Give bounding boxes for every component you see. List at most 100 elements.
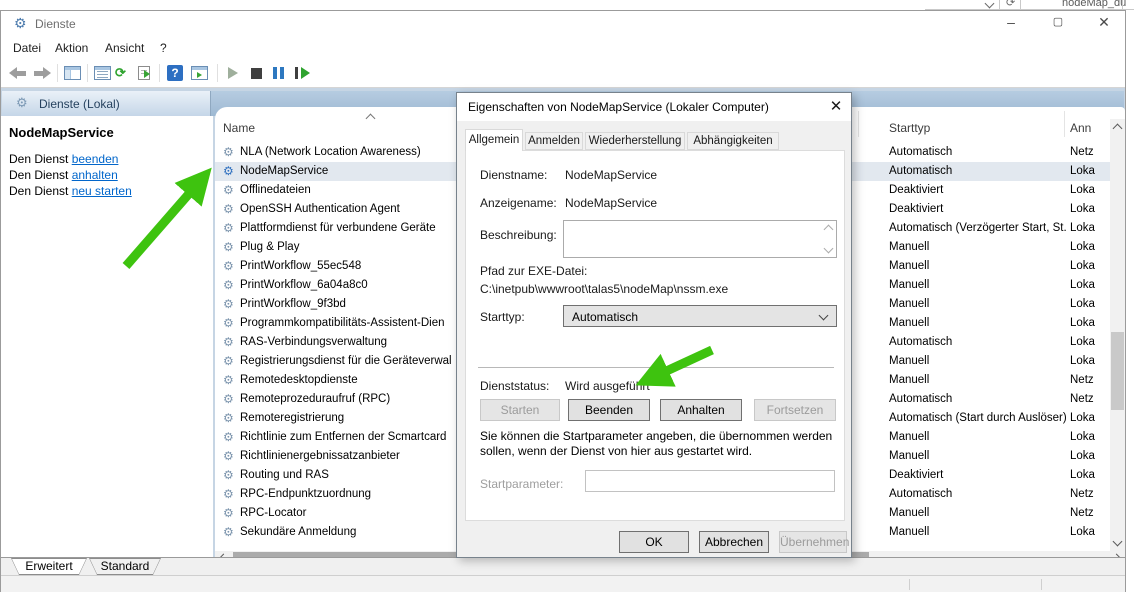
dialog-title-bar: Eigenschaften von NodeMapService (Lokale… — [457, 93, 851, 121]
dienstname-label: Dienstname: — [480, 168, 547, 182]
dialog-close-icon[interactable]: ✕ — [825, 97, 847, 117]
service-name: NodeMapService — [240, 165, 328, 177]
refresh-icon[interactable]: ⟳ — [115, 65, 126, 81]
tab-erweitert[interactable]: Erweitert — [11, 558, 87, 575]
restart-service-link[interactable]: neu starten — [72, 184, 132, 198]
action-prefix: Den Dienst — [9, 184, 72, 198]
column-header-name[interactable]: Name — [223, 121, 255, 135]
chevron-down-icon — [819, 311, 829, 321]
service-gear-icon: ⚙ — [223, 487, 234, 501]
starten-button[interactable]: Starten — [480, 399, 560, 421]
close-button[interactable]: ✕ — [1087, 11, 1121, 35]
textbox-scroll-down-icon[interactable] — [824, 244, 834, 254]
service-starttyp: Manuell — [889, 450, 1067, 462]
ok-button[interactable]: OK — [619, 531, 689, 553]
service-name: Programmkompatibilitäts-Assistent-Dien — [240, 317, 445, 329]
service-name-cell: ⚙PrintWorkflow_55ec548 — [215, 257, 457, 276]
scroll-up-icon[interactable] — [1113, 124, 1123, 134]
service-name-cell: ⚙Routing und RAS — [215, 466, 457, 485]
beenden-button[interactable]: Beenden — [568, 399, 650, 421]
service-anmelden: Loka — [1070, 469, 1097, 481]
maximize-button[interactable]: ▢ — [1041, 11, 1075, 35]
service-anmelden: Loka — [1070, 241, 1097, 253]
separator-line — [478, 367, 834, 368]
stop-service-link[interactable]: beenden — [72, 152, 119, 166]
uebernehmen-button[interactable]: Übernehmen — [779, 531, 847, 553]
service-name: OpenSSH Authentication Agent — [240, 203, 400, 215]
toolbar-separator — [87, 64, 88, 82]
service-name: RAS-Verbindungsverwaltung — [240, 336, 387, 348]
service-name-cell: ⚙PrintWorkflow_9f3bd — [215, 295, 457, 314]
menu-datei[interactable]: Datei — [13, 41, 41, 55]
service-gear-icon: ⚙ — [223, 221, 234, 235]
pause-service-icon[interactable] — [273, 67, 285, 79]
service-name-cell: ⚙Richtlinienergebnissatzanbieter — [215, 447, 457, 466]
restart-service-icon[interactable] — [295, 67, 311, 79]
menu-aktion[interactable]: Aktion — [55, 41, 88, 55]
show-action-pane-icon[interactable] — [191, 66, 208, 80]
service-anmelden: Loka — [1070, 184, 1097, 196]
column-header-anmelden[interactable]: Ann — [1070, 121, 1091, 135]
service-gear-icon: ⚙ — [223, 392, 234, 406]
show-console-tree-icon[interactable] — [64, 66, 81, 80]
startparameter-label: Startparameter: — [480, 477, 563, 491]
anhalten-button[interactable]: Anhalten — [660, 399, 742, 421]
stop-service-icon[interactable] — [251, 68, 262, 79]
abbrechen-button[interactable]: Abbrechen — [699, 531, 769, 553]
service-name-cell: ⚙NLA (Network Location Awareness) — [215, 143, 457, 162]
service-gear-icon: ⚙ — [223, 354, 234, 368]
menu-hilfe[interactable]: ? — [160, 41, 167, 55]
column-header-starttyp[interactable]: Starttyp — [889, 121, 930, 135]
tab-allgemein[interactable]: Allgemein — [465, 129, 523, 151]
service-name-cell: ⚙Programmkompatibilitäts-Assistent-Dien — [215, 314, 457, 333]
service-starttyp: Manuell — [889, 260, 1067, 272]
vertical-scrollbar-thumb[interactable] — [1111, 332, 1124, 410]
textbox-scroll-up-icon[interactable] — [824, 225, 834, 235]
tab-standard[interactable]: Standard — [89, 558, 161, 575]
menu-ansicht[interactable]: Ansicht — [105, 41, 144, 55]
toolbar-separator — [159, 64, 160, 82]
tab-wiederherstellung[interactable]: Wiederherstellung — [585, 132, 685, 150]
service-anmelden: Loka — [1070, 165, 1097, 177]
column-divider[interactable] — [1064, 111, 1065, 137]
service-gear-icon: ⚙ — [223, 335, 234, 349]
tab-abhaengigkeiten[interactable]: Abhängigkeiten — [687, 132, 779, 150]
forward-icon[interactable] — [32, 67, 51, 79]
beschreibung-label: Beschreibung: — [480, 228, 557, 242]
pause-service-link[interactable]: anhalten — [72, 168, 118, 182]
minimize-button[interactable]: – — [994, 11, 1028, 35]
service-name: Remoteprozeduraufruf (RPC) — [240, 393, 390, 405]
service-name: RPC-Locator — [240, 507, 306, 519]
tab-label: Erweitert — [25, 559, 72, 573]
tab-anmelden[interactable]: Anmelden — [525, 132, 583, 150]
column-divider[interactable] — [858, 111, 859, 137]
scope-node-tab[interactable]: ⚙ Dienste (Lokal) — [2, 91, 211, 116]
starttyp-dropdown[interactable]: Automatisch — [563, 305, 837, 327]
service-name-cell: ⚙Richtlinie zum Entfernen der Scmartcard — [215, 428, 457, 447]
sort-ascending-icon — [366, 114, 376, 124]
dienststatus-value: Wird ausgeführt — [565, 379, 650, 393]
service-name: PrintWorkflow_9f3bd — [240, 298, 346, 310]
back-icon[interactable] — [9, 67, 28, 79]
start-service-icon[interactable] — [228, 67, 238, 79]
service-name-cell: ⚙Registrierungsdienst für die Geräteverw… — [215, 352, 457, 371]
divider — [925, 0, 1134, 10]
fortsetzen-button[interactable]: Fortsetzen — [754, 399, 836, 421]
service-anmelden: Loka — [1070, 203, 1097, 215]
console-list-icon[interactable] — [94, 66, 111, 80]
toolbar-separator — [57, 64, 58, 82]
service-gear-icon: ⚙ — [223, 449, 234, 463]
service-name: Remoteregistrierung — [240, 412, 344, 424]
startparameter-input[interactable] — [585, 470, 835, 492]
selected-service-title: NodeMapService — [9, 125, 114, 140]
tab-label: Standard — [101, 559, 150, 573]
beschreibung-textarea[interactable] — [563, 220, 837, 258]
vertical-scrollbar[interactable] — [1110, 119, 1125, 551]
service-name-cell: ⚙OpenSSH Authentication Agent — [215, 200, 457, 219]
service-anmelden: Loka — [1070, 526, 1097, 538]
properties-dialog: Eigenschaften von NodeMapService (Lokale… — [456, 92, 852, 558]
help-icon[interactable]: ? — [167, 65, 183, 81]
export-list-icon[interactable] — [138, 66, 150, 80]
scroll-down-icon[interactable] — [1113, 537, 1123, 547]
toolbar: ⟳ ? — [1, 59, 1125, 88]
